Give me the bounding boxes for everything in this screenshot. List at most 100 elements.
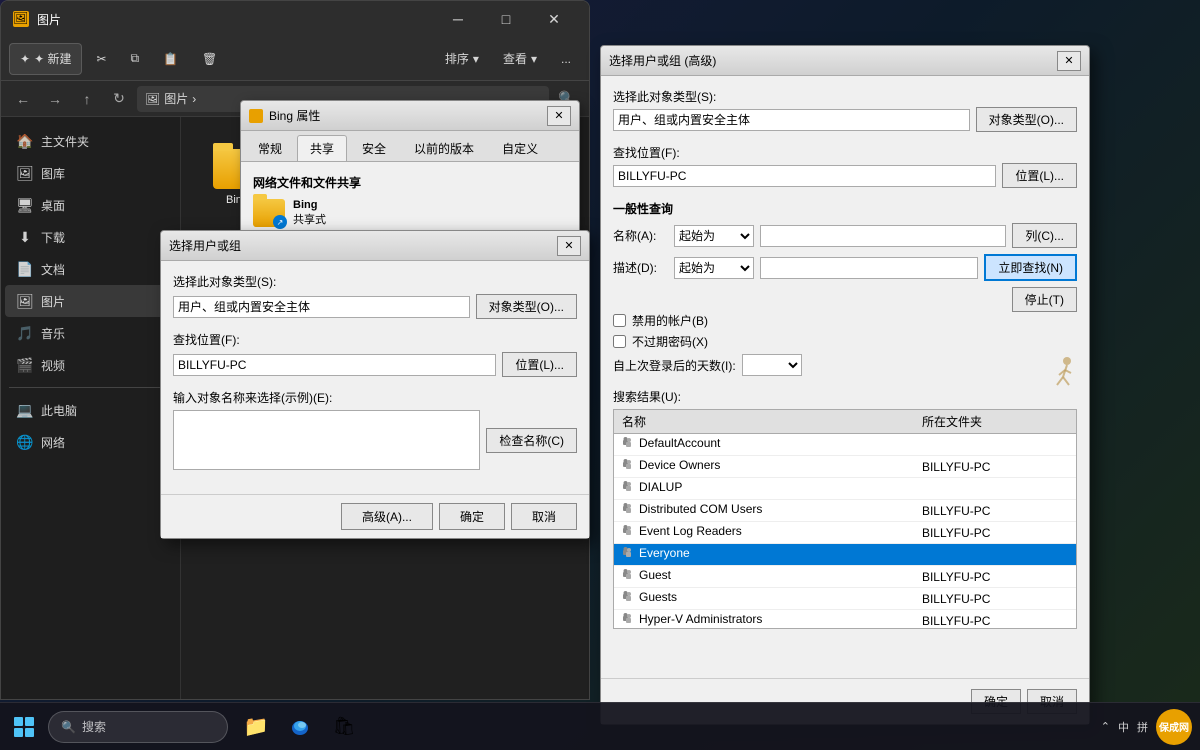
more-button[interactable]: ... [551,43,581,75]
sidebar-item-downloads[interactable]: ⬇ 下载 [5,221,176,253]
advanced-dialog-body: 选择此对象类型(S): 对象类型(O)... 查找位置(F): 位置(L)...… [601,76,1089,641]
taskbar-tray-icons: ⌃ [1101,720,1110,733]
table-row[interactable]: DefaultAccount [614,434,1076,456]
bing-dialog-icon [249,109,263,123]
group-icon [622,568,636,582]
sidebar-item-videos[interactable]: 🎬 视频 [5,349,176,381]
close-button[interactable]: ✕ [531,3,577,35]
minimize-button[interactable]: ─ [435,3,481,35]
taskbar-apps: 📁 🛍 [236,707,364,747]
back-button[interactable]: ← [9,85,37,113]
check-names-button[interactable]: 检查名称(C) [486,428,577,453]
tab-previous[interactable]: 以前的版本 [401,135,487,161]
col-button[interactable]: 列(C)... [1012,223,1077,248]
sidebar-item-thispc[interactable]: 💻 此电脑 [5,394,176,426]
col-header-folder: 所在文件夹 [914,410,1076,434]
group-icon [622,612,636,626]
taskbar-app-files[interactable]: 📁 [236,707,276,747]
store-icon: 🛍 [333,716,356,737]
copy-button[interactable]: ⧉ [121,43,150,75]
ok-button[interactable]: 确定 [439,503,505,530]
no-expire-checkbox[interactable] [613,335,626,348]
find-now-button[interactable]: 立即查找(N) [984,254,1077,281]
group-icon [622,502,636,516]
taskbar-right: ⌃ 中 拼 保成网 [1101,709,1192,745]
status-bar: 4个项目 选中1个项目 [1,699,589,700]
view-button[interactable]: 查看▾ [493,43,547,75]
sidebar-item-pictures[interactable]: 🖼 图片 [5,285,176,317]
adv-object-type-input[interactable] [613,109,970,131]
tab-share[interactable]: 共享 [297,135,347,161]
group-icon [622,590,636,604]
thispc-icon: 💻 [17,402,33,418]
name-prefix-select[interactable]: 起始为 [674,225,754,247]
disabled-accounts-checkbox[interactable] [613,314,626,327]
location-button[interactable]: 位置(L)... [502,352,577,377]
since-days-select[interactable] [742,354,802,376]
object-name-textarea[interactable] [173,410,480,470]
cut-button[interactable]: ✂ [86,43,116,75]
object-type-group: 选择此对象类型(S): 对象类型(O)... [173,273,577,319]
sidebar-item-gallery[interactable]: 🖼 图库 [5,157,176,189]
object-type-input[interactable] [173,296,470,318]
tab-custom[interactable]: 自定义 [489,135,551,161]
bing-dialog-tabs: 常规 共享 安全 以前的版本 自定义 [241,131,579,162]
table-row[interactable]: Device Owners BILLYFU-PC [614,456,1076,478]
table-row[interactable]: Guests BILLYFU-PC [614,588,1076,610]
delete-button[interactable]: 🗑 [192,43,227,75]
adv-object-type-section: 选择此对象类型(S): 对象类型(O)... [613,88,1077,132]
taskbar-app-store[interactable]: 🛍 [324,707,364,747]
tab-general[interactable]: 常规 [245,135,295,161]
disabled-accounts-row: 禁用的帐户(B) [613,312,1077,329]
sidebar-item-documents[interactable]: 📄 文档 [5,253,176,285]
table-row[interactable]: Guest BILLYFU-PC [614,566,1076,588]
adv-general-query-section: 一般性查询 名称(A): 起始为 列(C)... 描述(D): 起始为 立即查找… [613,200,1077,376]
advanced-dialog-close[interactable]: ✕ [1057,51,1081,71]
desktop: 🖼 图片 ─ □ ✕ ✦ ✦ 新建 ✂ ⧉ 📋 🗑 排序▾ 查看▾ [0,0,1200,750]
paste-button[interactable]: 📋 [153,43,188,75]
start-button[interactable] [8,711,40,743]
table-row[interactable]: DIALUP [614,478,1076,500]
home-icon: 🏠 [17,133,33,149]
maximize-button[interactable]: □ [483,3,529,35]
forward-button[interactable]: → [41,85,69,113]
location-group: 查找位置(F): 位置(L)... [173,331,577,377]
table-row[interactable]: Event Log Readers BILLYFU-PC [614,522,1076,544]
stop-button[interactable]: 停止(T) [1012,287,1077,312]
table-row[interactable]: Hyper-V Administrators BILLYFU-PC [614,610,1076,630]
object-type-button[interactable]: 对象类型(O)... [476,294,577,319]
desc-prefix-select[interactable]: 起始为 [674,257,754,279]
desc-value-input[interactable] [760,257,978,279]
search-results-section: 搜索结果(U): 名称 所在文件夹 Defaul [613,388,1077,629]
tab-security[interactable]: 安全 [349,135,399,161]
bing-dialog-titlebar: Bing 属性 ✕ [241,101,579,131]
adv-object-type-button[interactable]: 对象类型(O)... [976,107,1077,132]
table-row[interactable]: Distributed COM Users BILLYFU-PC [614,500,1076,522]
new-button[interactable]: ✦ ✦ 新建 [9,43,82,75]
taskbar-app-edge[interactable] [280,707,320,747]
adv-location-button[interactable]: 位置(L)... [1002,163,1077,188]
location-input[interactable] [173,354,496,376]
sidebar-item-home[interactable]: 🏠 主文件夹 [5,125,176,157]
pictures-icon: 🖼 [17,293,33,309]
refresh-button[interactable]: ↻ [105,85,133,113]
group-icon [622,480,636,494]
advanced-button[interactable]: 高级(A)... [341,503,433,530]
up-button[interactable]: ↑ [73,85,101,113]
taskbar-search[interactable]: 🔍 搜索 [48,711,228,743]
documents-icon: 📄 [17,261,33,277]
adv-location-input[interactable] [613,165,996,187]
no-expire-row: 不过期密码(X) [613,333,1077,350]
table-row[interactable]: Everyone [614,544,1076,566]
user-select-titlebar: 选择用户或组 ✕ [161,231,589,261]
user-select-close[interactable]: ✕ [557,236,581,256]
bing-dialog-close[interactable]: ✕ [547,106,571,126]
sidebar-item-desktop[interactable]: 🖥 桌面 [5,189,176,221]
cancel-button[interactable]: 取消 [511,503,577,530]
name-value-input[interactable] [760,225,1006,247]
sort-button[interactable]: 排序▾ [435,43,489,75]
sidebar-item-network[interactable]: 🌐 网络 [5,426,176,458]
advanced-select-dialog: 选择用户或组 (高级) ✕ 选择此对象类型(S): 对象类型(O)... 查找位… [600,45,1090,725]
sidebar-item-music[interactable]: 🎵 音乐 [5,317,176,349]
results-table[interactable]: 名称 所在文件夹 DefaultAccount Device Owners BI… [613,409,1077,629]
